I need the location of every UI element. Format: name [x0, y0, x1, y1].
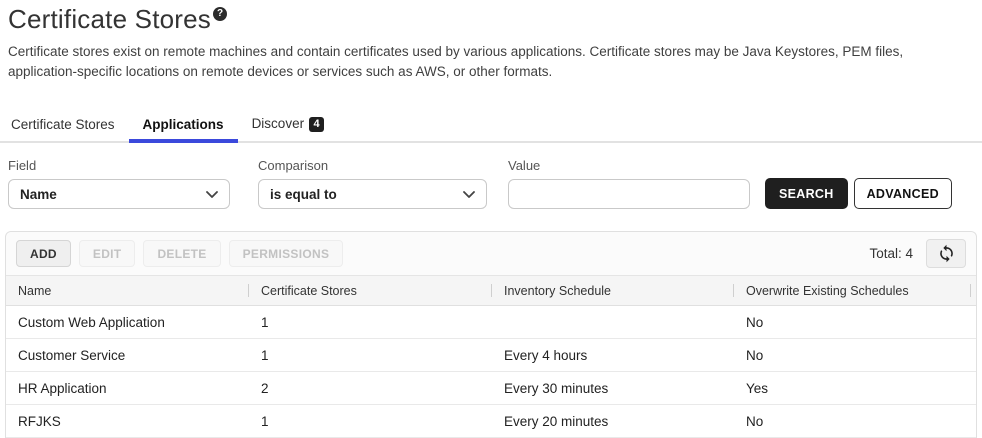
search-form: Field Name Comparison is equal to Value … — [0, 143, 982, 209]
cell-certificate-stores: 1 — [249, 315, 492, 330]
column-header-overwrite-existing-schedules[interactable]: Overwrite Existing Schedules — [734, 276, 971, 305]
column-header-inventory-schedule[interactable]: Inventory Schedule — [492, 276, 734, 305]
cell-overwrite: No — [734, 315, 971, 330]
cell-name: HR Application — [6, 381, 249, 396]
table-header-row: Name Certificate Stores Inventory Schedu… — [6, 276, 976, 306]
add-button[interactable]: ADD — [16, 240, 71, 267]
table-row[interactable]: HR Application 2 Every 30 minutes Yes — [6, 372, 976, 405]
tab-discover[interactable]: Discover 4 — [238, 108, 339, 141]
page-header: Certificate Stores? Certificate stores e… — [0, 0, 982, 81]
field-select-value: Name — [20, 187, 57, 202]
column-header-certificate-stores[interactable]: Certificate Stores — [249, 276, 492, 305]
table-row[interactable]: Custom Web Application 1 No — [6, 306, 976, 339]
cell-certificate-stores: 1 — [249, 414, 492, 429]
permissions-button[interactable]: PERMISSIONS — [229, 240, 344, 267]
cell-name: Custom Web Application — [6, 315, 249, 330]
cell-certificate-stores: 1 — [249, 348, 492, 363]
tab-certificate-stores[interactable]: Certificate Stores — [0, 109, 129, 141]
table-row[interactable]: Customer Service 1 Every 4 hours No — [6, 339, 976, 372]
cell-inventory-schedule: Every 4 hours — [492, 348, 734, 363]
cell-overwrite: No — [734, 414, 971, 429]
value-input[interactable] — [508, 179, 750, 209]
tab-discover-label: Discover — [252, 116, 305, 131]
cell-certificate-stores: 2 — [249, 381, 492, 396]
comparison-group: Comparison is equal to — [258, 158, 487, 209]
advanced-button[interactable]: ADVANCED — [854, 178, 952, 209]
cell-name: Customer Service — [6, 348, 249, 363]
column-header-name[interactable]: Name — [6, 276, 249, 305]
discover-count-badge: 4 — [309, 117, 324, 132]
grid-toolbar: ADD EDIT DELETE PERMISSIONS Total: 4 — [6, 232, 976, 276]
comparison-label: Comparison — [258, 158, 487, 173]
comparison-select-value: is equal to — [270, 187, 337, 202]
table-row[interactable]: RFJKS 1 Every 20 minutes No — [6, 405, 976, 438]
value-label: Value — [508, 158, 750, 173]
value-group: Value — [508, 158, 750, 209]
delete-button[interactable]: DELETE — [143, 240, 220, 267]
cell-overwrite: Yes — [734, 381, 971, 396]
help-icon[interactable]: ? — [213, 7, 227, 21]
page-description: Certificate stores exist on remote machi… — [8, 42, 970, 81]
applications-grid-panel: ADD EDIT DELETE PERMISSIONS Total: 4 Nam… — [5, 231, 977, 438]
chevron-down-icon — [463, 191, 475, 198]
comparison-select[interactable]: is equal to — [258, 179, 487, 209]
search-button[interactable]: SEARCH — [765, 178, 848, 209]
field-group: Field Name — [8, 158, 230, 209]
field-label: Field — [8, 158, 230, 173]
chevron-down-icon — [206, 191, 218, 198]
page-title: Certificate Stores — [8, 4, 211, 34]
cell-name: RFJKS — [6, 414, 249, 429]
tab-bar: Certificate Stores Applications Discover… — [0, 108, 982, 143]
edit-button[interactable]: EDIT — [79, 240, 136, 267]
total-count: Total: 4 — [869, 246, 913, 261]
refresh-button[interactable] — [926, 239, 966, 268]
cell-inventory-schedule: Every 30 minutes — [492, 381, 734, 396]
field-select[interactable]: Name — [8, 179, 230, 209]
cell-inventory-schedule: Every 20 minutes — [492, 414, 734, 429]
sync-icon — [937, 244, 956, 263]
cell-overwrite: No — [734, 348, 971, 363]
tab-applications[interactable]: Applications — [129, 109, 238, 141]
